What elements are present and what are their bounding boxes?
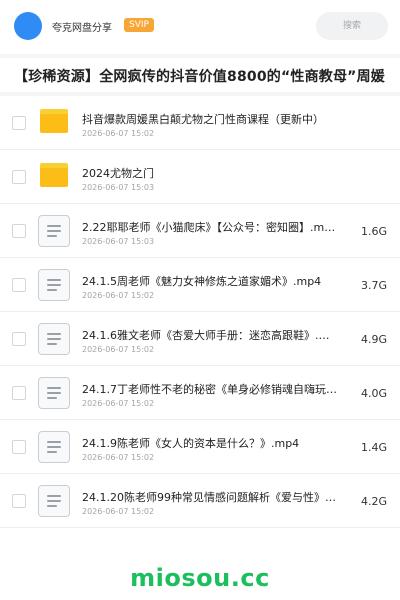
file-date: 2026-06-07 15:02 — [82, 129, 155, 138]
file-size: 1.4G — [360, 441, 387, 454]
file-row[interactable]: 24.1.9陈老师《女人的资本是什么？》.mp4 2026-06-07 15:02… — [0, 420, 400, 474]
file-date: 2026-06-07 15:02 — [82, 399, 155, 408]
avatar[interactable] — [14, 12, 42, 40]
sharer-name: 夸克网盘分享 — [52, 23, 112, 34]
select-checkbox[interactable] — [12, 332, 26, 346]
file-name[interactable]: 24.1.9陈老师《女人的资本是什么？》.mp4 — [82, 435, 338, 451]
file-size: 1.6G — [360, 225, 387, 238]
file-name[interactable]: 24.1.7丁老师性不老的秘密《单身必修销魂自嗨玩法》.mp4 — [82, 381, 338, 397]
search-button[interactable]: 搜索 — [316, 12, 388, 40]
file-size: 4.2G — [360, 495, 387, 508]
file-name[interactable]: 24.1.5周老师《魅力女神修炼之道家媚术》.mp4 — [82, 273, 338, 289]
document-icon — [38, 377, 70, 409]
select-checkbox[interactable] — [12, 386, 26, 400]
file-date: 2026-06-07 15:02 — [82, 453, 155, 462]
file-date: 2026-06-07 15:03 — [82, 237, 155, 246]
file-row[interactable]: 24.1.7丁老师性不老的秘密《单身必修销魂自嗨玩法》.mp4 2026-06-0… — [0, 366, 400, 420]
document-icon — [38, 485, 70, 517]
file-row[interactable]: 2.22耶耶老师《小猫爬床》【公众号：密知圈】.mp4 2026-06-07 15… — [0, 204, 400, 258]
select-checkbox[interactable] — [12, 494, 26, 508]
file-name[interactable]: 2.22耶耶老师《小猫爬床》【公众号：密知圈】.mp4 — [82, 219, 338, 235]
file-date: 2026-06-07 15:02 — [82, 291, 155, 300]
watermark-text: miosou.cc — [130, 564, 270, 592]
file-date: 2026-06-07 15:02 — [82, 345, 155, 354]
share-title: 【珍稀资源】全网疯传的抖音价值8800的“性商教母”周媛 — [14, 69, 385, 85]
folder-icon — [40, 163, 68, 187]
file-name[interactable]: 抖音爆款周媛黑白颠尤物之门性商课程（更新中） — [82, 111, 382, 127]
select-checkbox[interactable] — [12, 278, 26, 292]
document-icon — [38, 431, 70, 463]
folder-row[interactable]: 抖音爆款周媛黑白颠尤物之门性商课程（更新中） 2026-06-07 15:02 — [0, 96, 400, 150]
file-row[interactable]: 24.1.5周老师《魅力女神修炼之道家媚术》.mp4 2026-06-07 15:… — [0, 258, 400, 312]
file-row[interactable]: 24.1.20陈老师99种常见情感问题解析《爱与性》.mp4 2026-06-07… — [0, 474, 400, 528]
select-checkbox[interactable] — [12, 224, 26, 238]
svip-badge: SVIP — [124, 18, 154, 32]
share-header: 夸克网盘分享 SVIP 搜索 — [0, 0, 400, 54]
share-title-bar: 【珍稀资源】全网疯传的抖音价值8800的“性商教母”周媛 — [0, 58, 400, 92]
file-name[interactable]: 24.1.6雅文老师《杏爱大师手册：迷恋高跟鞋》.mp4 — [82, 327, 338, 343]
document-icon — [38, 323, 70, 355]
folder-row[interactable]: 2024尤物之门 2026-06-07 15:03 — [0, 150, 400, 204]
file-row[interactable]: 24.1.6雅文老师《杏爱大师手册：迷恋高跟鞋》.mp4 2026-06-07 1… — [0, 312, 400, 366]
file-name[interactable]: 2024尤物之门 — [82, 165, 382, 181]
file-size: 4.9G — [360, 333, 387, 346]
file-date: 2026-06-07 15:03 — [82, 183, 155, 192]
document-icon — [38, 215, 70, 247]
select-checkbox[interactable] — [12, 116, 26, 130]
folder-icon — [40, 109, 68, 133]
file-name[interactable]: 24.1.20陈老师99种常见情感问题解析《爱与性》.mp4 — [82, 489, 338, 505]
select-checkbox[interactable] — [12, 170, 26, 184]
document-icon — [38, 269, 70, 301]
file-size: 3.7G — [360, 279, 387, 292]
file-list: 抖音爆款周媛黑白颠尤物之门性商课程（更新中） 2026-06-07 15:02 20… — [0, 96, 400, 528]
file-size: 4.0G — [360, 387, 387, 400]
select-checkbox[interactable] — [12, 440, 26, 454]
file-date: 2026-06-07 15:02 — [82, 507, 155, 516]
